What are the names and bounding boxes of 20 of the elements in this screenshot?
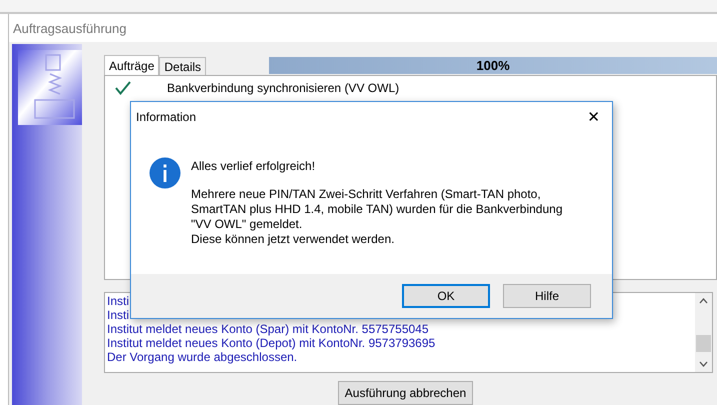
log-line: Insti <box>107 294 130 308</box>
close-button[interactable]: ✕ <box>575 102 612 132</box>
dialog-message: Mehrere neue PIN/TAN Zwei-Schritt Verfahren (Smart-TAN photo, SmartTAN plus HHD 1.4, mobile TAN) wurden für die Bankverbindung "VV OWL" gemeldet. Diese können jetzt verwendet werden. <box>191 187 562 247</box>
task-label: Bankverbindung synchronisieren (VV OWL) <box>167 81 400 95</box>
dialog-button[interactable]: Hilfe <box>503 284 591 308</box>
cancel-button[interactable]: Ausführung abbrechen <box>338 381 474 405</box>
info-icon <box>149 157 181 189</box>
progress-reading: 100% <box>475 58 511 73</box>
log-line: Insti <box>107 308 130 322</box>
scroll-thumb[interactable] <box>696 335 711 352</box>
log-line: Institut meldet neues Konto (Depot) mit KontoNr. 9573793695 <box>107 336 436 350</box>
dialog-button[interactable]: OK <box>402 284 490 308</box>
dialog-title: Information <box>136 110 196 124</box>
log-line: Institut meldet neues Konto (Spar) mit KontoNr. 5575755045 <box>107 322 429 336</box>
dialog-heading: Alles verlief erfolgreich! <box>191 159 316 173</box>
tab[interactable]: Aufträge <box>104 55 160 75</box>
tab[interactable]: Details <box>159 57 206 75</box>
log-line: Der Vorgang wurde abgeschlossen. <box>107 350 298 364</box>
window-title: Auftragsausführung <box>13 20 126 36</box>
scrollbar[interactable] <box>695 292 712 372</box>
